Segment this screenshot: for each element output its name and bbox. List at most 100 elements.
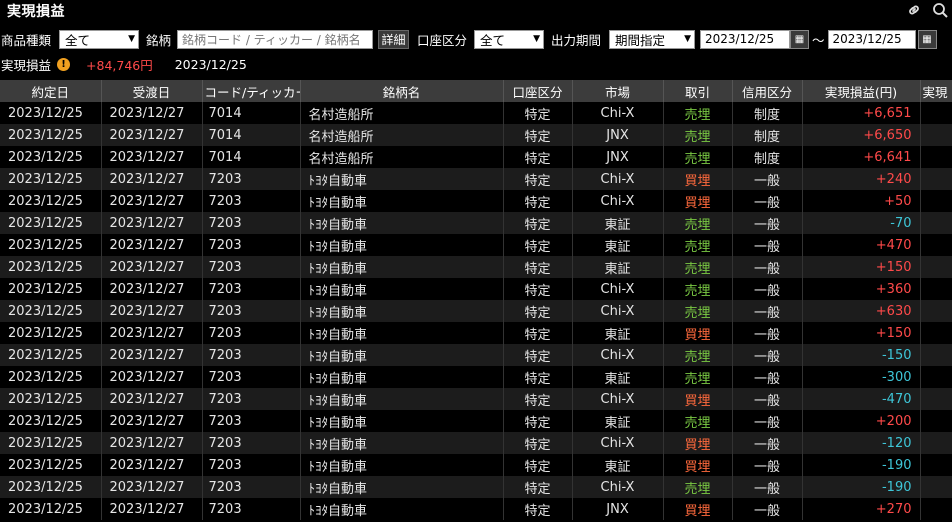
warning-icon[interactable]: !	[57, 57, 71, 71]
table-row[interactable]: 2023/12/25 2023/12/27 7203 ﾄﾖﾀ自動車 特定 Chi-X 買埋一…	[0, 168, 952, 190]
table-cell: 一般	[732, 476, 803, 498]
table-cell	[920, 212, 952, 234]
table-row[interactable]: 2023/12/25 2023/12/27 7203 ﾄﾖﾀ自動車 特定 東証 買埋 一般 -1…	[0, 454, 952, 476]
table-cell	[920, 388, 952, 410]
table-cell: 2023/12/27	[101, 454, 203, 476]
column-header[interactable]: 実現	[920, 80, 952, 102]
table-row[interactable]: 2023/12/25 2023/12/27 7203 ﾄﾖﾀ自動車 特定 Chi-X 売埋一…	[0, 476, 952, 498]
table-cell: 2023/12/27	[101, 432, 203, 454]
table-cell: Chi-X	[572, 102, 664, 124]
table-cell: 2023/12/25	[0, 410, 102, 432]
date-from-input[interactable]: 2023/12/25	[700, 29, 790, 49]
search-icon[interactable]	[932, 2, 948, 23]
table-row[interactable]: 2023/12/25 2023/12/27 7203 ﾄﾖﾀ自動車 特定 Chi-X 買埋一…	[0, 190, 952, 212]
table-cell: 7203	[202, 366, 301, 388]
table-row[interactable]: 2023/12/25 2023/12/27 7203 ﾄﾖﾀ自動車 特定 Chi-X 買埋一…	[0, 432, 952, 454]
table-row[interactable]: 2023/12/25 2023/12/27 7203 ﾄﾖﾀ自動車 特定 Chi-X 買埋一…	[0, 388, 952, 410]
summary-date: 2023/12/25	[174, 56, 247, 72]
period-label: 出力期間	[551, 32, 602, 48]
table-row[interactable]: 2023/12/25 2023/12/27 7014 名村造船所 特定 JNX 売埋 制度 +6…	[0, 124, 952, 146]
table-cell: 2023/12/25	[0, 278, 102, 300]
table-row[interactable]: 2023/12/25 2023/12/27 7203 ﾄﾖﾀ自動車 特定 東証 売埋 一般 -3…	[0, 366, 952, 388]
table-cell: 特定	[503, 454, 573, 476]
table-cell: 特定	[503, 476, 573, 498]
summary-label: 実現損益	[1, 57, 52, 73]
table-cell: ﾄﾖﾀ自動車	[300, 388, 504, 410]
table-cell: 2023/12/25	[0, 432, 102, 454]
table-body: 2023/12/25 2023/12/27 7014 名村造船所 特定 Chi-X 売埋 制度…	[0, 102, 952, 520]
chevron-down-icon: ▼	[533, 34, 540, 44]
column-header[interactable]: 銘柄名	[300, 80, 504, 102]
table-cell: Chi-X	[572, 344, 664, 366]
column-header[interactable]: 信用区分	[732, 80, 803, 102]
table-cell: 一般	[732, 344, 803, 366]
date-to-input[interactable]: 2023/12/25	[827, 29, 916, 49]
table-cell: 7203	[202, 432, 301, 454]
symbol-input[interactable]: 銘柄コード / ティッカー / 銘柄名	[177, 29, 373, 49]
table-cell: 一般	[732, 388, 803, 410]
table-cell: 特定	[503, 256, 573, 278]
table-cell: 2023/12/25	[0, 476, 102, 498]
table-cell: +150	[802, 256, 921, 278]
table-row[interactable]: 2023/12/25 2023/12/27 7203 ﾄﾖﾀ自動車 特定 東証 売埋 一般 +1…	[0, 256, 952, 278]
table-cell: 買埋	[663, 432, 733, 454]
table-row[interactable]: 2023/12/25 2023/12/27 7203 ﾄﾖﾀ自動車 特定 東証 売埋 一般 +2…	[0, 410, 952, 432]
column-header[interactable]: 実現損益(円)	[802, 80, 921, 102]
table-cell: +470	[802, 234, 921, 256]
table-cell: 2023/12/27	[101, 102, 203, 124]
table-cell: 7203	[202, 476, 301, 498]
date-separator: ～	[812, 32, 825, 48]
column-header[interactable]: 取引	[663, 80, 733, 102]
table-cell: 2023/12/27	[101, 344, 203, 366]
table-cell: JNX	[572, 124, 664, 146]
table-cell: ﾄﾖﾀ自動車	[300, 432, 504, 454]
table-cell: 売埋	[663, 102, 733, 124]
table-cell: ﾄﾖﾀ自動車	[300, 256, 504, 278]
table-cell: 売埋	[663, 278, 733, 300]
account-select[interactable]: 全て ▼	[474, 29, 544, 49]
column-header[interactable]: 受渡日	[101, 80, 203, 102]
table-cell	[920, 124, 952, 146]
table-cell: ﾄﾖﾀ自動車	[300, 234, 504, 256]
table-cell: 2023/12/27	[101, 366, 203, 388]
column-header[interactable]: コード/ティッカー	[202, 80, 301, 102]
column-header[interactable]: 約定日	[0, 80, 102, 102]
table-cell: 特定	[503, 344, 573, 366]
table-row[interactable]: 2023/12/25 2023/12/27 7203 ﾄﾖﾀ自動車 特定 東証 売埋 一般 +4…	[0, 234, 952, 256]
table-row[interactable]: 2023/12/25 2023/12/27 7203 ﾄﾖﾀ自動車 特定 JNX 買埋 一般 +…	[0, 498, 952, 520]
table-cell: 7203	[202, 388, 301, 410]
table-row[interactable]: 2023/12/25 2023/12/27 7014 名村造船所 特定 Chi-X 売埋 制度…	[0, 102, 952, 124]
table-cell	[920, 432, 952, 454]
table-cell: 一般	[732, 366, 803, 388]
table-row[interactable]: 2023/12/25 2023/12/27 7203 ﾄﾖﾀ自動車 特定 東証 売埋 一般 -7…	[0, 212, 952, 234]
detail-button[interactable]: 詳細	[378, 29, 409, 49]
title-bar: 実現損益	[0, 0, 952, 22]
table-cell	[920, 498, 952, 520]
table-cell: 7014	[202, 146, 301, 168]
column-header[interactable]: 市場	[572, 80, 664, 102]
table-cell: ﾄﾖﾀ自動車	[300, 498, 504, 520]
link-icon[interactable]	[906, 2, 922, 23]
table-cell: 東証	[572, 454, 664, 476]
table-row[interactable]: 2023/12/25 2023/12/27 7203 ﾄﾖﾀ自動車 特定 Chi-X 売埋一…	[0, 344, 952, 366]
table-cell: 2023/12/27	[101, 190, 203, 212]
table-cell: ﾄﾖﾀ自動車	[300, 454, 504, 476]
table-cell: 東証	[572, 410, 664, 432]
table-row[interactable]: 2023/12/25 2023/12/27 7014 名村造船所 特定 JNX 売埋 制度 +6…	[0, 146, 952, 168]
product-select[interactable]: 全て ▼	[59, 29, 139, 49]
table-row[interactable]: 2023/12/25 2023/12/27 7203 ﾄﾖﾀ自動車 特定 東証 買埋 一般 +1…	[0, 322, 952, 344]
table-row[interactable]: 2023/12/25 2023/12/27 7203 ﾄﾖﾀ自動車 特定 Chi-X 売埋一…	[0, 300, 952, 322]
table-cell: +6,651	[802, 102, 921, 124]
table-cell: -150	[802, 344, 921, 366]
table-cell: 特定	[503, 300, 573, 322]
period-select[interactable]: 期間指定 ▼	[609, 29, 695, 49]
calendar-icon[interactable]: ▦	[790, 29, 809, 49]
table-row[interactable]: 2023/12/25 2023/12/27 7203 ﾄﾖﾀ自動車 特定 Chi-X 売埋一…	[0, 278, 952, 300]
table-cell: 一般	[732, 190, 803, 212]
column-header[interactable]: 口座区分	[503, 80, 573, 102]
table-cell: ﾄﾖﾀ自動車	[300, 322, 504, 344]
calendar-icon[interactable]: ▦	[917, 29, 937, 49]
filter-bar: 商品種類 全て ▼ 銘柄 銘柄コード / ティッカー / 銘柄名 詳細 口座区分…	[0, 28, 952, 50]
table-cell: ﾄﾖﾀ自動車	[300, 476, 504, 498]
table-cell: Chi-X	[572, 168, 664, 190]
